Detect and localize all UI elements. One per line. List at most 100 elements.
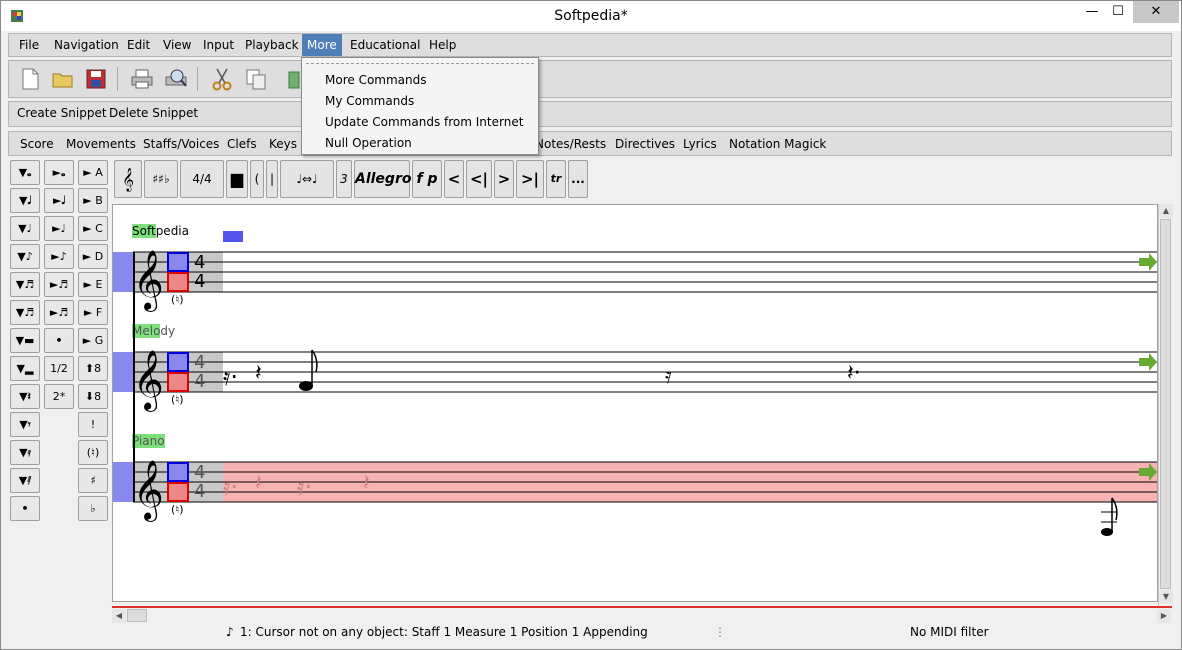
new-file-icon[interactable] (17, 66, 43, 92)
clef-button[interactable]: 𝄞 (114, 160, 142, 198)
half-rest-button[interactable]: ▼▂ (10, 356, 40, 381)
palette-clefs[interactable]: Clefs (227, 137, 257, 151)
parentheses-button[interactable]: ( ) (250, 160, 264, 222)
scroll-up-icon[interactable]: ▲ (1159, 204, 1173, 218)
palette-directives[interactable]: Directives (615, 137, 675, 151)
maximize-button[interactable]: ☐ (1105, 1, 1131, 23)
note-b-button[interactable]: ► B (78, 188, 108, 213)
barline-button[interactable]: | (266, 160, 278, 198)
dot-button[interactable]: • (10, 496, 40, 521)
sharp-button[interactable]: ♯ (78, 468, 108, 493)
insert-dot-button[interactable]: • (44, 328, 74, 353)
trill-button[interactable]: tr (546, 160, 566, 198)
palette-score[interactable]: Score (20, 137, 54, 151)
time-sig-bottom: 4 (194, 371, 206, 392)
tempo-button[interactable]: Allegro (354, 160, 411, 198)
menu-navigation[interactable]: Navigation (52, 34, 121, 56)
whole-rest-button[interactable]: ▼▬ (10, 328, 40, 353)
menu-item-more-commands[interactable]: More Commands (302, 70, 538, 91)
cut-icon[interactable] (209, 66, 235, 92)
menu-more[interactable]: More (302, 34, 342, 56)
half-note-button[interactable]: ▼𝅗𝅥 (10, 188, 40, 213)
palette-lyrics[interactable]: Lyrics (683, 137, 717, 151)
scroll-right-icon[interactable]: ▶ (1157, 609, 1171, 623)
score-canvas[interactable]: Softpedia Melody Piano 𝄞 𝄞 𝄿· 𝄽 𝄿 𝄽· 𝄞 𝄿… (112, 204, 1158, 602)
time-signature-button[interactable]: 4/4 3/4 (180, 160, 224, 222)
palette-staffs-voices[interactable]: Staffs/Voices (143, 137, 219, 151)
halve-duration-button[interactable]: 1/2 (44, 356, 74, 381)
note-f-button[interactable]: ► F (78, 300, 108, 325)
menu-view[interactable]: View (161, 34, 193, 56)
horizontal-scrollbar[interactable]: ◀ ▶ (112, 606, 1172, 623)
palette-keys[interactable]: Keys (269, 137, 297, 151)
menu-item-my-commands[interactable]: My Commands (302, 91, 538, 112)
minimize-button[interactable]: — (1079, 1, 1105, 23)
insert-whole-button[interactable]: ►𝅝 (44, 160, 74, 185)
natural-button[interactable]: (♮) (78, 440, 108, 465)
palette-movements[interactable]: Movements (66, 137, 136, 151)
cautionary-button[interactable]: ! (78, 412, 108, 437)
palette-notes-rests[interactable]: Notes/Rests (535, 137, 606, 151)
menu-educational[interactable]: Educational (348, 34, 422, 56)
scroll-thumb[interactable] (1160, 219, 1171, 589)
close-button[interactable]: ✕ (1133, 1, 1179, 23)
next-object-button[interactable]: > (494, 160, 514, 198)
tearoff-line[interactable] (306, 63, 534, 64)
save-icon[interactable] (83, 66, 109, 92)
notation-toolbar: 𝄞 ♯♯♭ 4/4 3/4 ▆ ( ) | ♩⇔♩ 3 Allegro f p … (112, 158, 1172, 222)
insert-sixteenth-button[interactable]: ►♬ (44, 272, 74, 297)
note-e-button[interactable]: ► E (78, 272, 108, 297)
more-ornaments-button[interactable]: ... (568, 160, 588, 198)
sixteenth-note-button[interactable]: ▼♬ (10, 272, 40, 297)
double-duration-button[interactable]: 2* (44, 384, 74, 409)
key-signature-button[interactable]: ♯♯♭ (144, 160, 178, 198)
flat-button[interactable]: ♭ (78, 496, 108, 521)
note-g-button[interactable]: ► G (78, 328, 108, 353)
triplet-button[interactable]: 3 (336, 160, 352, 198)
sixteenth-rest-button[interactable]: ▼𝄿 (10, 440, 40, 465)
print-preview-icon[interactable] (163, 66, 189, 92)
menu-input[interactable]: Input (201, 34, 236, 56)
thirtysecond-note-button[interactable]: ▼♬ (10, 300, 40, 325)
quarter-rest-button[interactable]: ▼𝄽 (10, 384, 40, 409)
eighth-rest-button[interactable]: ▼𝄾 (10, 412, 40, 437)
menu-edit[interactable]: Edit (125, 34, 152, 56)
menu-playback[interactable]: Playback (243, 34, 301, 56)
palette-notation-magick[interactable]: Notation Magick (729, 137, 826, 151)
copy-icon[interactable] (243, 66, 269, 92)
chord-button[interactable]: ▆ (226, 160, 248, 198)
scroll-down-icon[interactable]: ▼ (1159, 590, 1173, 604)
note-d-button[interactable]: ► D (78, 244, 108, 269)
octave-up-button[interactable]: ⬆8 (78, 356, 108, 381)
next-measure-button[interactable]: >| (516, 160, 544, 198)
dynamics-button[interactable]: f p (412, 160, 442, 198)
tie-button[interactable]: ♩⇔♩ (280, 160, 334, 198)
thirtysecond-rest-button[interactable]: ▼𝅀 (10, 468, 40, 493)
create-snippet-button[interactable]: Create Snippet (17, 106, 107, 120)
menu-help[interactable]: Help (427, 34, 458, 56)
time-sig-bottom: 4 (194, 271, 206, 292)
insert-half-button[interactable]: ►𝅗𝅥 (44, 188, 74, 213)
note-a-button[interactable]: ► A (78, 160, 108, 185)
prev-object-button[interactable]: < (444, 160, 464, 198)
prev-measure-button[interactable]: <| (466, 160, 492, 198)
insert-eighth-button[interactable]: ►♪ (44, 244, 74, 269)
delete-snippet-button[interactable]: Delete Snippet (109, 106, 198, 120)
insert-quarter-button[interactable]: ►♩ (44, 216, 74, 241)
octave-down-button[interactable]: ⬇8 (78, 384, 108, 409)
insert-thirtysecond-button[interactable]: ►♬ (44, 300, 74, 325)
menu-file[interactable]: File (17, 34, 41, 56)
menu-item-null-operation[interactable]: Null Operation (302, 133, 538, 154)
scroll-thumb-h[interactable] (127, 609, 147, 622)
eighth-note-button[interactable]: ▼♪ (10, 244, 40, 269)
whole-note-button[interactable]: ▼𝅝 (10, 160, 40, 185)
vertical-scrollbar[interactable]: ▲ ▼ (1158, 204, 1173, 606)
svg-text:𝄽: 𝄽 (255, 471, 262, 496)
quarter-note-button[interactable]: ▼♩ (10, 216, 40, 241)
open-folder-icon[interactable] (50, 66, 76, 92)
staff-graphics: 𝄞 𝄞 𝄿· 𝄽 𝄿 𝄽· 𝄞 𝄿· 𝄽 𝄿· 𝄽 (113, 231, 1157, 536)
note-c-button[interactable]: ► C (78, 216, 108, 241)
print-icon[interactable] (129, 66, 155, 92)
menu-item-update-commands[interactable]: Update Commands from Internet (302, 112, 538, 133)
scroll-left-icon[interactable]: ◀ (112, 609, 126, 623)
